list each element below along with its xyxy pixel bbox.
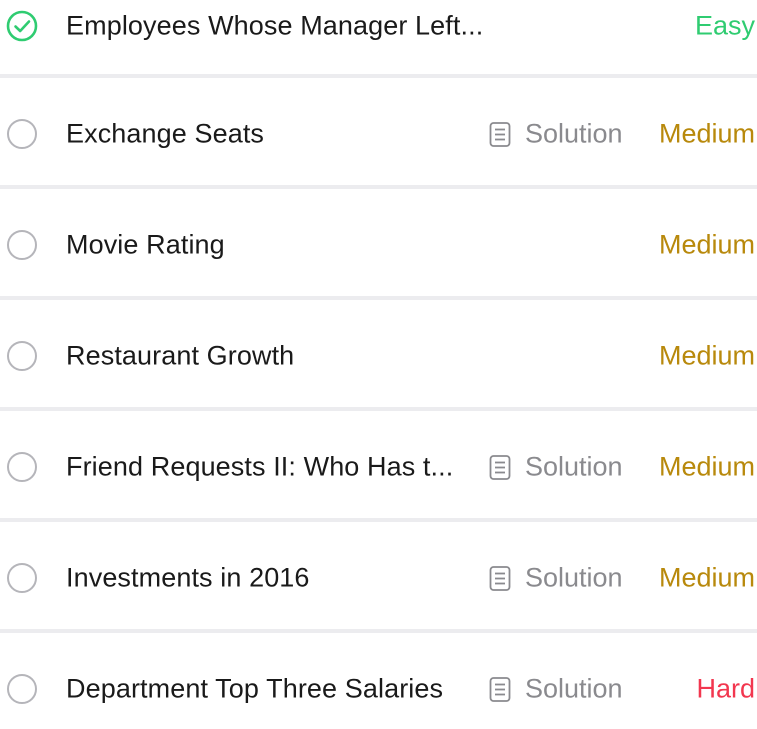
problem-row[interactable]: Movie Rating Medium [0,205,757,285]
difficulty-label: Hard [696,673,755,704]
row-divider [0,74,757,78]
problem-row[interactable]: Employees Whose Manager Left... Easy [0,0,757,66]
problem-row[interactable]: Friend Requests II: Who Has t... Solutio… [0,427,757,507]
solved-check-icon [5,9,39,43]
solution-label: Solution [525,451,623,482]
row-divider [0,296,757,300]
unsolved-circle-icon [5,561,39,595]
problem-title: Movie Rating [66,229,225,260]
difficulty-label: Medium [658,118,755,149]
unsolved-circle-icon [5,117,39,151]
document-icon [489,121,511,147]
problem-title: Restaurant Growth [66,340,295,371]
difficulty-label: Easy [694,10,755,41]
problem-title: Friend Requests II: Who Has t... [66,451,454,482]
problem-row[interactable]: Department Top Three Salaries Solution H… [0,649,757,729]
solution-link[interactable]: Solution [489,119,623,150]
solution-label: Solution [525,673,623,704]
solution-link[interactable]: Solution [489,563,623,594]
problem-row[interactable]: Exchange Seats Solution Medium [0,94,757,174]
row-divider [0,518,757,522]
document-icon [489,565,511,591]
solution-link[interactable]: Solution [489,674,623,705]
row-divider [0,185,757,189]
problem-title: Employees Whose Manager Left... [66,10,484,41]
unsolved-circle-icon [5,339,39,373]
problem-row[interactable]: Investments in 2016 Solution Medium [0,538,757,618]
problem-row[interactable]: Restaurant Growth Medium [0,316,757,396]
problem-list: Employees Whose Manager Left... Easy Exc… [0,0,757,707]
unsolved-circle-icon [5,672,39,706]
problem-title: Exchange Seats [66,118,265,149]
difficulty-label: Medium [658,229,755,260]
row-divider [0,629,757,633]
document-icon [489,676,511,702]
problem-title: Investments in 2016 [66,562,310,593]
solution-link[interactable]: Solution [489,452,623,483]
difficulty-label: Medium [658,562,755,593]
row-divider [0,407,757,411]
unsolved-circle-icon [5,228,39,262]
solution-label: Solution [525,562,623,593]
problem-title: Department Top Three Salaries [66,673,444,704]
solution-label: Solution [525,118,623,149]
difficulty-label: Medium [658,451,755,482]
difficulty-label: Medium [658,340,755,371]
document-icon [489,454,511,480]
unsolved-circle-icon [5,450,39,484]
